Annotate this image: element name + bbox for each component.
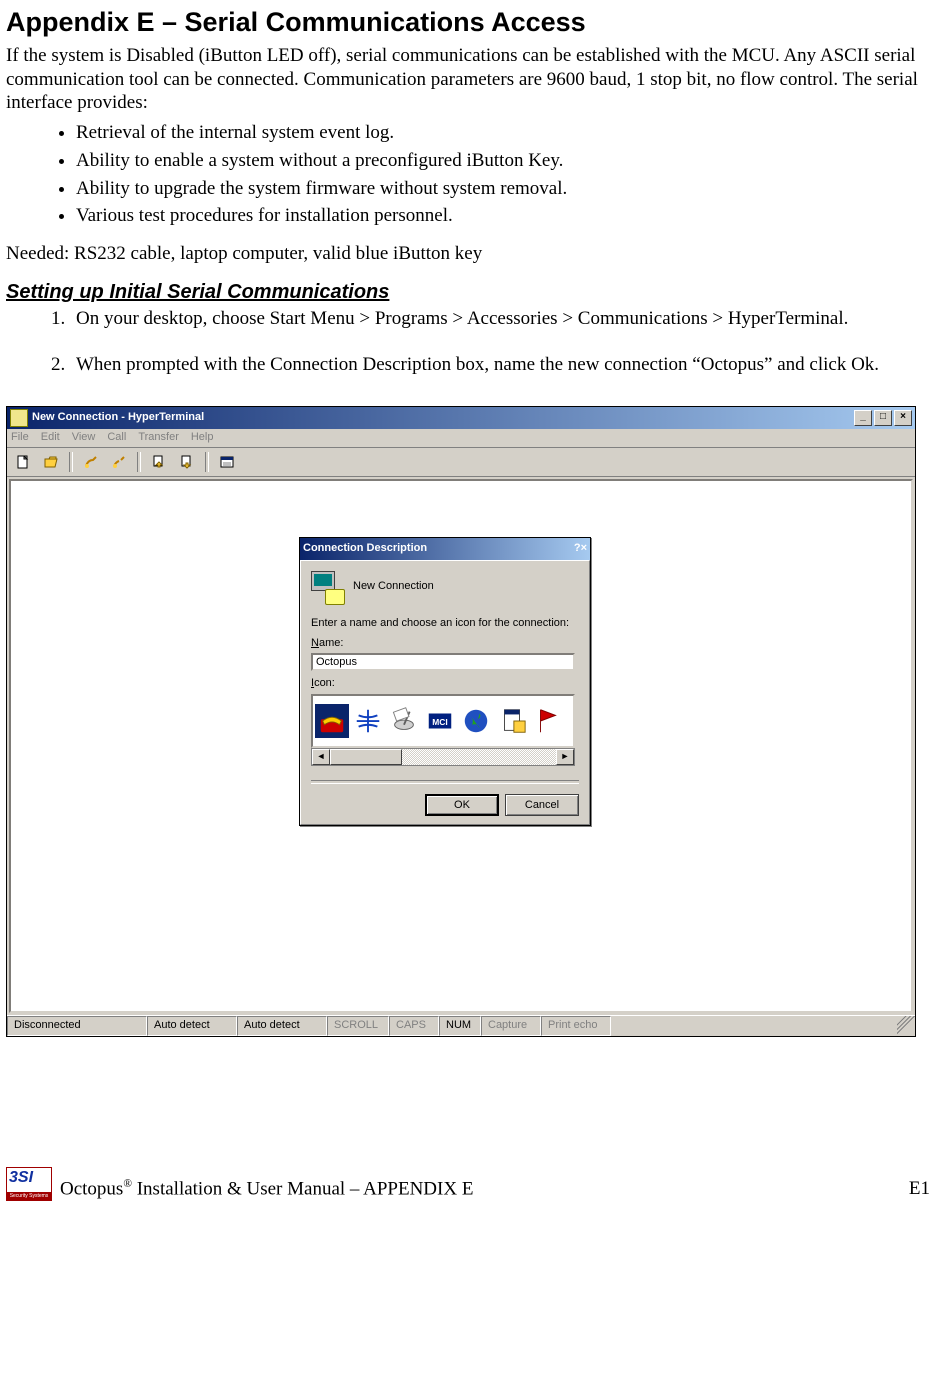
close-button[interactable]: × xyxy=(581,542,587,556)
menu-transfer[interactable]: Transfer xyxy=(138,431,179,445)
name-label: Name: xyxy=(311,637,579,651)
app-icon xyxy=(10,409,28,427)
status-echo: Print echo xyxy=(541,1016,611,1036)
menu-help[interactable]: Help xyxy=(191,431,214,445)
status-scroll: SCROLL xyxy=(327,1016,389,1036)
toolbar xyxy=(7,448,915,477)
list-item: Various test procedures for installation… xyxy=(76,204,930,228)
connection-description-dialog: Connection Description ? × New Connectio… xyxy=(299,537,591,826)
instruction-text: Enter a name and choose an icon for the … xyxy=(311,617,579,631)
steps-list: On your desktop, choose Start Menu > Pro… xyxy=(6,307,930,377)
company-logo-icon xyxy=(6,1167,52,1201)
maximize-button[interactable]: □ xyxy=(874,410,892,426)
icon-option-world[interactable] xyxy=(459,704,493,738)
open-icon[interactable] xyxy=(39,451,63,473)
resize-grip[interactable] xyxy=(897,1016,915,1036)
toolbar-separator xyxy=(69,452,73,472)
dialog-titlebar: Connection Description ? × xyxy=(300,538,590,560)
status-caps: CAPS xyxy=(389,1016,439,1036)
help-button[interactable]: ? xyxy=(574,542,581,556)
status-autodetect1: Auto detect xyxy=(147,1016,237,1036)
ht-titlebar: New Connection - HyperTerminal _ □ × xyxy=(7,407,915,429)
icon-label: Icon: xyxy=(311,677,579,691)
connect-icon[interactable] xyxy=(79,451,103,473)
status-connection: Disconnected xyxy=(7,1016,147,1036)
menu-file[interactable]: File xyxy=(11,431,29,445)
receive-icon[interactable] xyxy=(175,451,199,473)
send-icon[interactable] xyxy=(147,451,171,473)
disconnect-icon[interactable] xyxy=(107,451,131,473)
status-num: NUM xyxy=(439,1016,481,1036)
status-capture: Capture xyxy=(481,1016,541,1036)
page-heading: Appendix E – Serial Communications Acces… xyxy=(6,6,930,40)
svg-text:MCI: MCI xyxy=(432,717,447,727)
footer-text: Octopus® Installation & User Manual – AP… xyxy=(60,1177,909,1201)
hyperterminal-window: New Connection - HyperTerminal _ □ × Fil… xyxy=(6,406,916,1037)
menu-edit[interactable]: Edit xyxy=(41,431,60,445)
list-item: On your desktop, choose Start Menu > Pro… xyxy=(70,307,930,331)
bullet-list: Retrieval of the internal system event l… xyxy=(6,121,930,228)
name-input[interactable] xyxy=(311,653,575,671)
client-area: Connection Description ? × New Connectio… xyxy=(9,479,913,1013)
list-item: Ability to upgrade the system firmware w… xyxy=(76,177,930,201)
new-connection-icon xyxy=(311,571,343,603)
menu-view[interactable]: View xyxy=(72,431,96,445)
intro-paragraph: If the system is Disabled (iButton LED o… xyxy=(6,44,930,115)
scroll-thumb[interactable] xyxy=(330,749,402,765)
window-title: New Connection - HyperTerminal xyxy=(32,411,852,425)
minimize-button[interactable]: _ xyxy=(854,410,872,426)
toolbar-separator xyxy=(137,452,141,472)
icon-option-satellite[interactable] xyxy=(387,704,421,738)
icon-picker[interactable]: MCI xyxy=(311,694,575,748)
dialog-title: Connection Description xyxy=(303,542,574,556)
icon-scrollbar[interactable]: ◄ ► xyxy=(311,748,575,766)
ok-button[interactable]: OK xyxy=(425,794,499,816)
icon-option-mci[interactable]: MCI xyxy=(423,704,457,738)
icon-option-doc[interactable] xyxy=(495,704,529,738)
list-item: Ability to enable a system without a pre… xyxy=(76,149,930,173)
icon-option-flag[interactable] xyxy=(531,704,565,738)
icon-option-globe[interactable] xyxy=(351,704,385,738)
status-bar: Disconnected Auto detect Auto detect SCR… xyxy=(7,1015,915,1036)
separator xyxy=(311,780,579,784)
new-connection-label: New Connection xyxy=(353,580,434,594)
dialog-body: New Connection Enter a name and choose a… xyxy=(300,560,590,825)
toolbar-separator xyxy=(205,452,209,472)
needed-line: Needed: RS232 cable, laptop computer, va… xyxy=(6,242,930,266)
new-icon[interactable] xyxy=(11,451,35,473)
menu-bar: File Edit View Call Transfer Help xyxy=(7,429,915,448)
page-number: E1 xyxy=(909,1177,930,1201)
scroll-track[interactable] xyxy=(330,749,556,765)
properties-icon[interactable] xyxy=(215,451,239,473)
icon-option-phone[interactable] xyxy=(315,704,349,738)
close-button[interactable]: × xyxy=(894,410,912,426)
scroll-right-icon[interactable]: ► xyxy=(556,749,574,765)
scroll-left-icon[interactable]: ◄ xyxy=(312,749,330,765)
cancel-button[interactable]: Cancel xyxy=(505,794,579,816)
menu-call[interactable]: Call xyxy=(107,431,126,445)
status-autodetect2: Auto detect xyxy=(237,1016,327,1036)
list-item: Retrieval of the internal system event l… xyxy=(76,121,930,145)
subheading: Setting up Initial Serial Communications xyxy=(6,280,930,305)
list-item: When prompted with the Connection Descri… xyxy=(70,353,930,377)
page-footer: Octopus® Installation & User Manual – AP… xyxy=(6,1157,930,1201)
